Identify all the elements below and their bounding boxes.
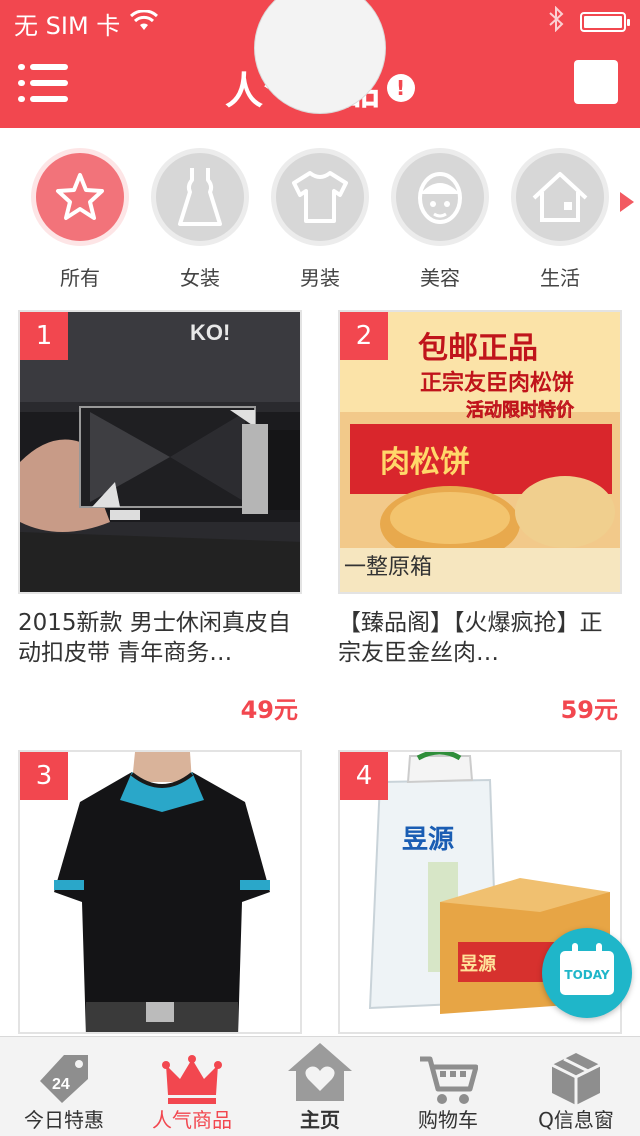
promo-line-5: 一整原箱 [344, 555, 432, 580]
product-image-mooncake[interactable]: 包邮正品 正宗友臣肉松饼 活动限时特价 肉松饼 一整原箱 2 [338, 310, 622, 594]
scroll-right-icon[interactable] [620, 192, 634, 212]
tab-cart[interactable]: 购物车 [384, 1037, 512, 1136]
category-label: 生活 [540, 266, 580, 290]
product-title[interactable]: 【臻品阁】【火爆疯抢】正宗友臣金丝肉… [338, 608, 622, 668]
product-card[interactable]: 3 [18, 750, 302, 1034]
category-label: 女装 [180, 266, 220, 290]
tab-home[interactable]: 主页 [256, 1037, 384, 1136]
category-life[interactable]: 生活 [510, 148, 610, 291]
promo-line-4: 肉松饼 [380, 445, 470, 480]
promo-line-1: 包邮正品 [418, 331, 538, 366]
tab-popular[interactable]: 人气商品 [128, 1037, 256, 1136]
info-badge-icon[interactable]: ! [387, 73, 415, 102]
today-button[interactable]: TODAY [542, 928, 632, 1018]
tag-number: 24 [52, 1076, 70, 1093]
category-label: 美容 [420, 266, 460, 290]
category-label: 所有 [60, 266, 100, 290]
category-label: 男装 [300, 266, 340, 290]
tab-label: Q信息窗 [538, 1108, 614, 1132]
category-women[interactable]: 女装 [150, 148, 250, 291]
battery-icon [580, 12, 630, 32]
category-all[interactable]: 所有 [30, 148, 130, 291]
product-title[interactable]: 2015新款 男士休闲真皮自动扣皮带 青年商务… [18, 608, 302, 668]
square-action-button[interactable] [574, 60, 618, 104]
rank-badge: 4 [340, 752, 388, 800]
package-box-icon [546, 1051, 606, 1107]
tab-label: 人气商品 [152, 1108, 232, 1132]
promo-line-2: 正宗友臣肉松饼 [420, 370, 574, 396]
tab-today-deals[interactable]: 24 今日特惠 [0, 1037, 128, 1136]
crown-icon [162, 1051, 222, 1107]
rank-badge: 1 [20, 312, 68, 360]
product-image-belt[interactable]: KO! 1 [18, 310, 302, 594]
tab-label: 主页 [300, 1108, 340, 1132]
face-mask-icon [391, 148, 489, 246]
dress-icon [151, 148, 249, 246]
tab-label: 今日特惠 [24, 1108, 104, 1132]
belt-brand-text: KO! [190, 320, 230, 345]
rank-badge: 2 [340, 312, 388, 360]
rank-badge: 3 [20, 752, 68, 800]
tab-messages[interactable]: Q信息窗 [512, 1037, 640, 1136]
product-price: 49元 [240, 696, 298, 724]
star-icon [31, 148, 129, 246]
category-beauty[interactable]: 美容 [390, 148, 490, 291]
calendar-icon: TODAY [560, 943, 614, 995]
tab-label: 购物车 [418, 1108, 478, 1132]
svg-text:昱源: 昱源 [460, 953, 496, 975]
bluetooth-icon [548, 5, 564, 38]
tab-bar: 24 今日特惠 人气商品 主页 购物车 Q信息窗 [0, 1036, 640, 1136]
product-card[interactable]: 包邮正品 正宗友臣肉松饼 活动限时特价 肉松饼 一整原箱 2 【臻品阁】【火爆疯… [338, 310, 622, 725]
home-heart-icon [284, 1039, 356, 1103]
product-price: 59元 [560, 696, 618, 724]
shopping-cart-icon [418, 1051, 479, 1107]
promo-line-3: 活动限时特价 [466, 399, 575, 421]
home-icon [511, 148, 609, 246]
status-right [548, 5, 630, 38]
product-grid: KO! 1 2015新款 男士休闲真皮自动扣皮带 青年商务… 49元 包邮正品 … [0, 300, 640, 1036]
tshirt-icon [271, 148, 369, 246]
category-men[interactable]: 男装 [270, 148, 370, 291]
price-tag-24-icon: 24 [34, 1051, 94, 1107]
product-image-tshirt[interactable]: 3 [18, 750, 302, 1034]
rice-brand-text: 昱源 [402, 825, 454, 855]
category-bar: 所有 女装 男装 美容 生活 [0, 128, 640, 300]
product-card[interactable]: KO! 1 2015新款 男士休闲真皮自动扣皮带 青年商务… 49元 [18, 310, 302, 725]
